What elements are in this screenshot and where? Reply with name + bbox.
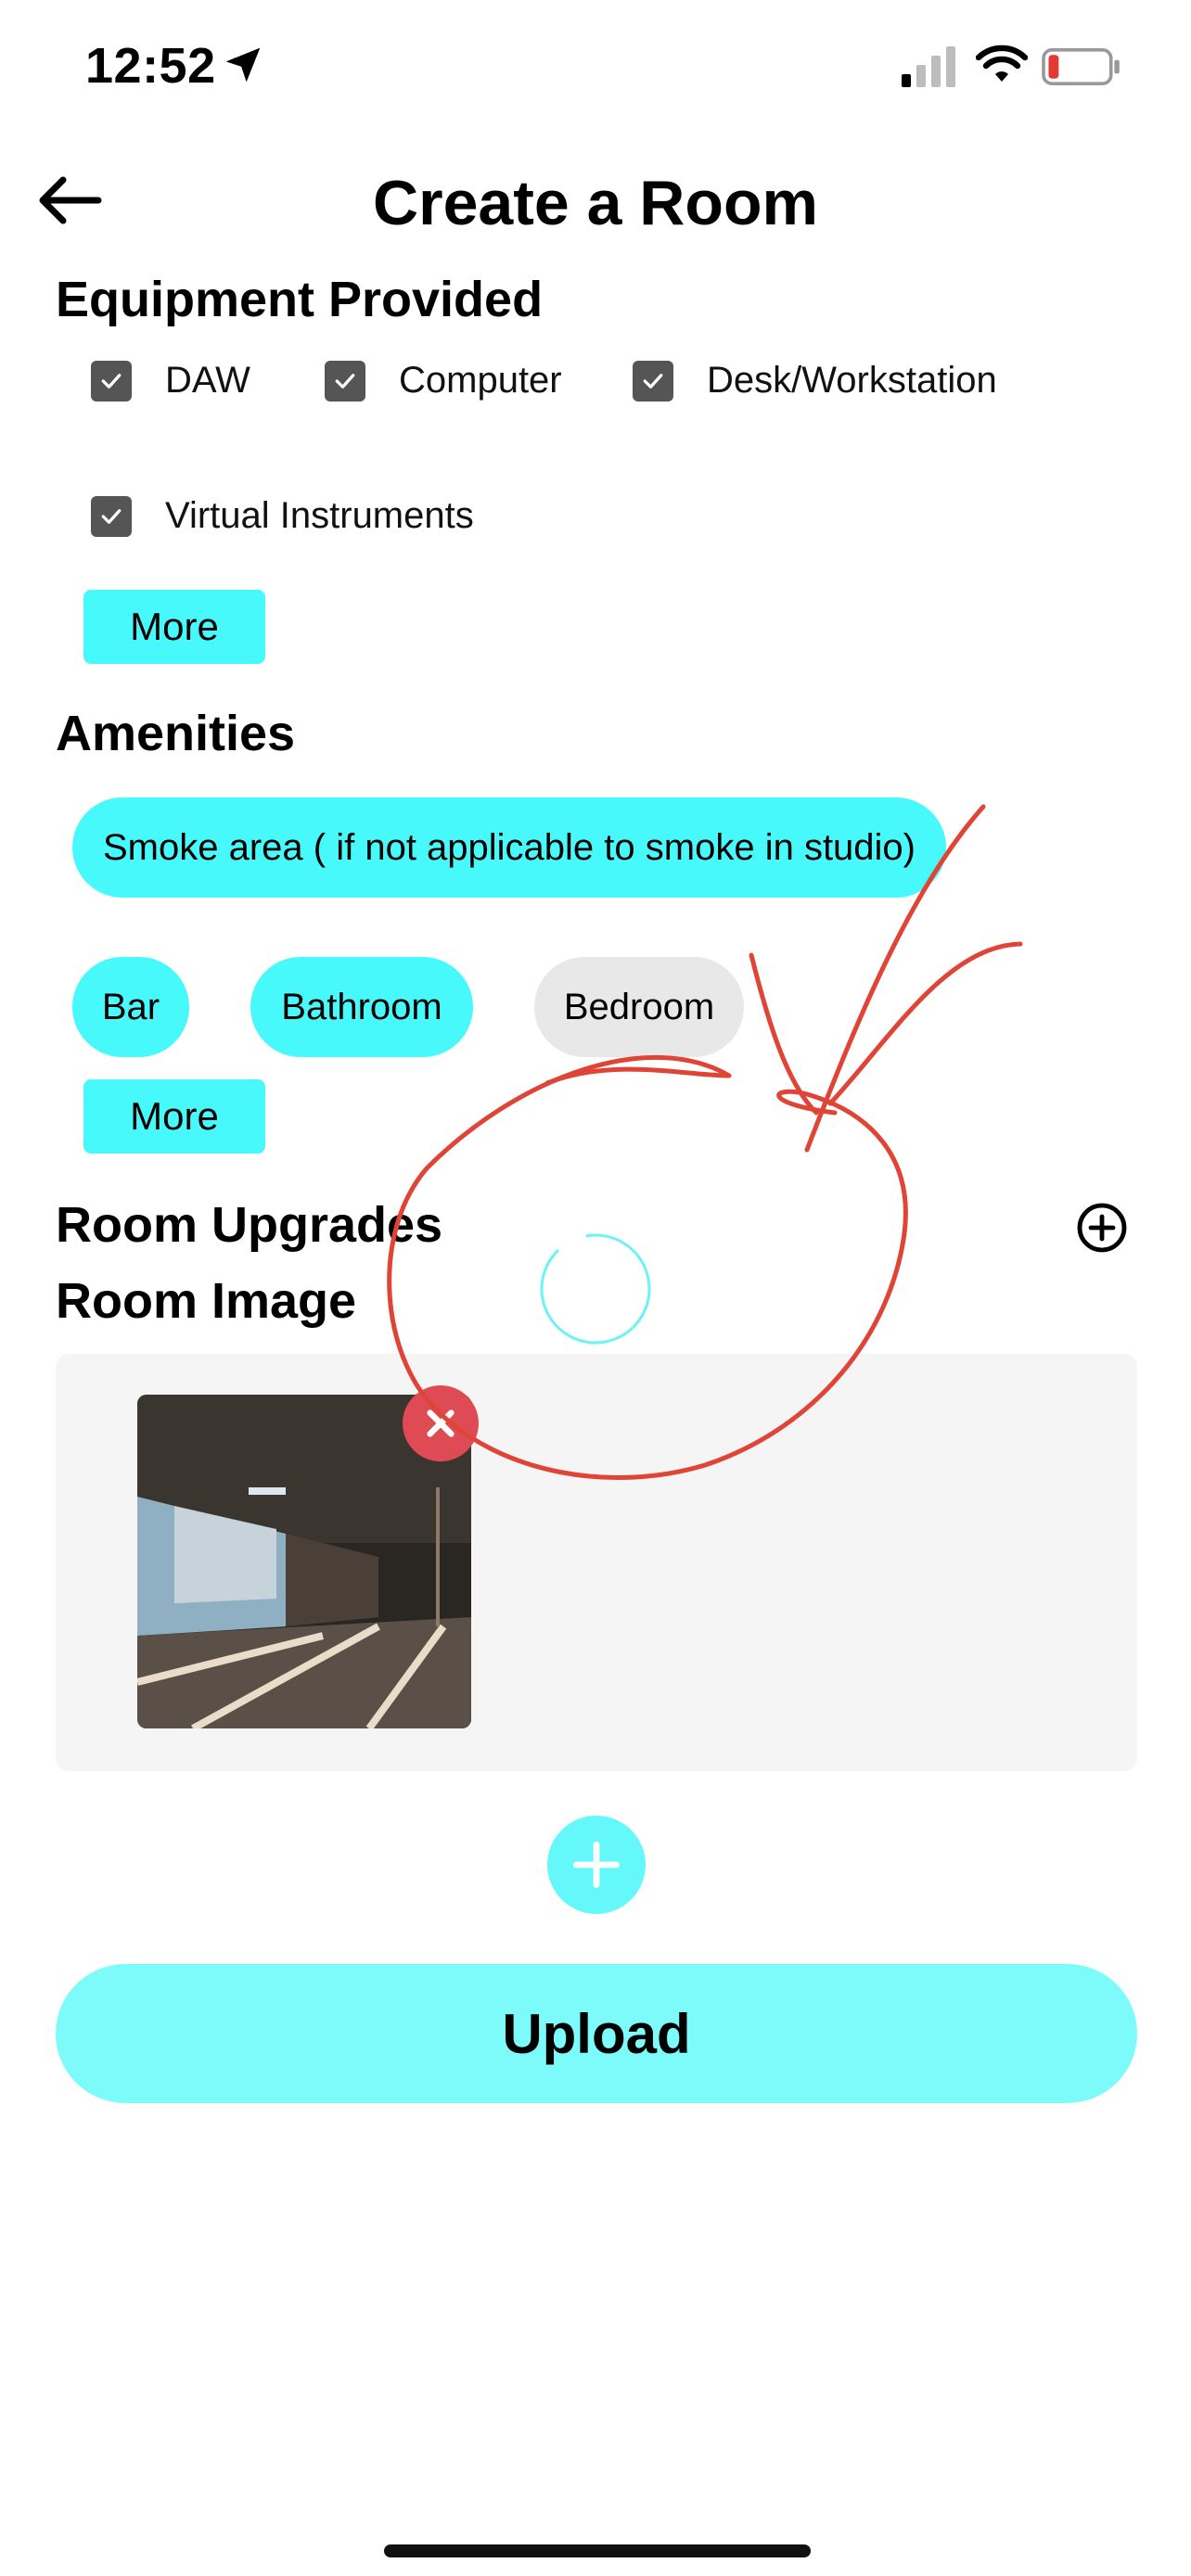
loading-spinner-icon bbox=[540, 1233, 651, 1345]
add-upgrade-plus-icon[interactable] bbox=[1076, 1202, 1128, 1254]
add-image-button[interactable] bbox=[547, 1816, 646, 1914]
wifi-icon bbox=[976, 45, 1028, 82]
battery-low-icon bbox=[1042, 48, 1120, 85]
chip-bathroom[interactable]: Bathroom bbox=[250, 957, 473, 1057]
home-indicator bbox=[384, 2544, 811, 2557]
chip-smoke-area[interactable]: Smoke area ( if not applicable to smoke … bbox=[72, 797, 946, 898]
checkbox-checked-icon bbox=[91, 495, 132, 537]
checkbox-checked-icon bbox=[633, 360, 673, 402]
chip-bedroom[interactable]: Bedroom bbox=[534, 957, 744, 1057]
checkbox-label: DAW bbox=[165, 360, 250, 401]
cellular-signal-icon bbox=[902, 46, 955, 87]
checkbox-checked-icon bbox=[91, 360, 132, 402]
amenities-more-button[interactable]: More bbox=[83, 1079, 265, 1154]
checkbox-daw[interactable]: DAW bbox=[91, 360, 250, 402]
chip-bar[interactable]: Bar bbox=[72, 957, 189, 1057]
checkbox-label: Desk/Workstation bbox=[707, 360, 997, 401]
room-image-title: Room Image bbox=[56, 1273, 357, 1329]
status-time: 12:52 bbox=[85, 38, 216, 94]
amenities-section-title: Amenities bbox=[56, 706, 296, 761]
plus-icon bbox=[572, 1841, 621, 1889]
location-arrow-icon bbox=[225, 47, 261, 83]
equipment-section-title: Equipment Provided bbox=[56, 272, 544, 327]
checkbox-virtual-instruments[interactable]: Virtual Instruments bbox=[91, 495, 474, 537]
checkbox-computer[interactable]: Computer bbox=[325, 360, 562, 402]
remove-image-button[interactable] bbox=[403, 1385, 479, 1461]
checkbox-desk-workstation[interactable]: Desk/Workstation bbox=[633, 360, 997, 402]
close-icon bbox=[427, 1409, 455, 1437]
checkbox-label: Computer bbox=[399, 360, 562, 401]
upload-button[interactable]: Upload bbox=[56, 1964, 1137, 2103]
checkbox-label: Virtual Instruments bbox=[165, 495, 474, 536]
page-title: Create a Room bbox=[373, 168, 818, 238]
room-upgrades-title: Room Upgrades bbox=[56, 1197, 443, 1253]
equipment-more-button[interactable]: More bbox=[83, 590, 265, 664]
checkbox-checked-icon bbox=[325, 360, 365, 402]
